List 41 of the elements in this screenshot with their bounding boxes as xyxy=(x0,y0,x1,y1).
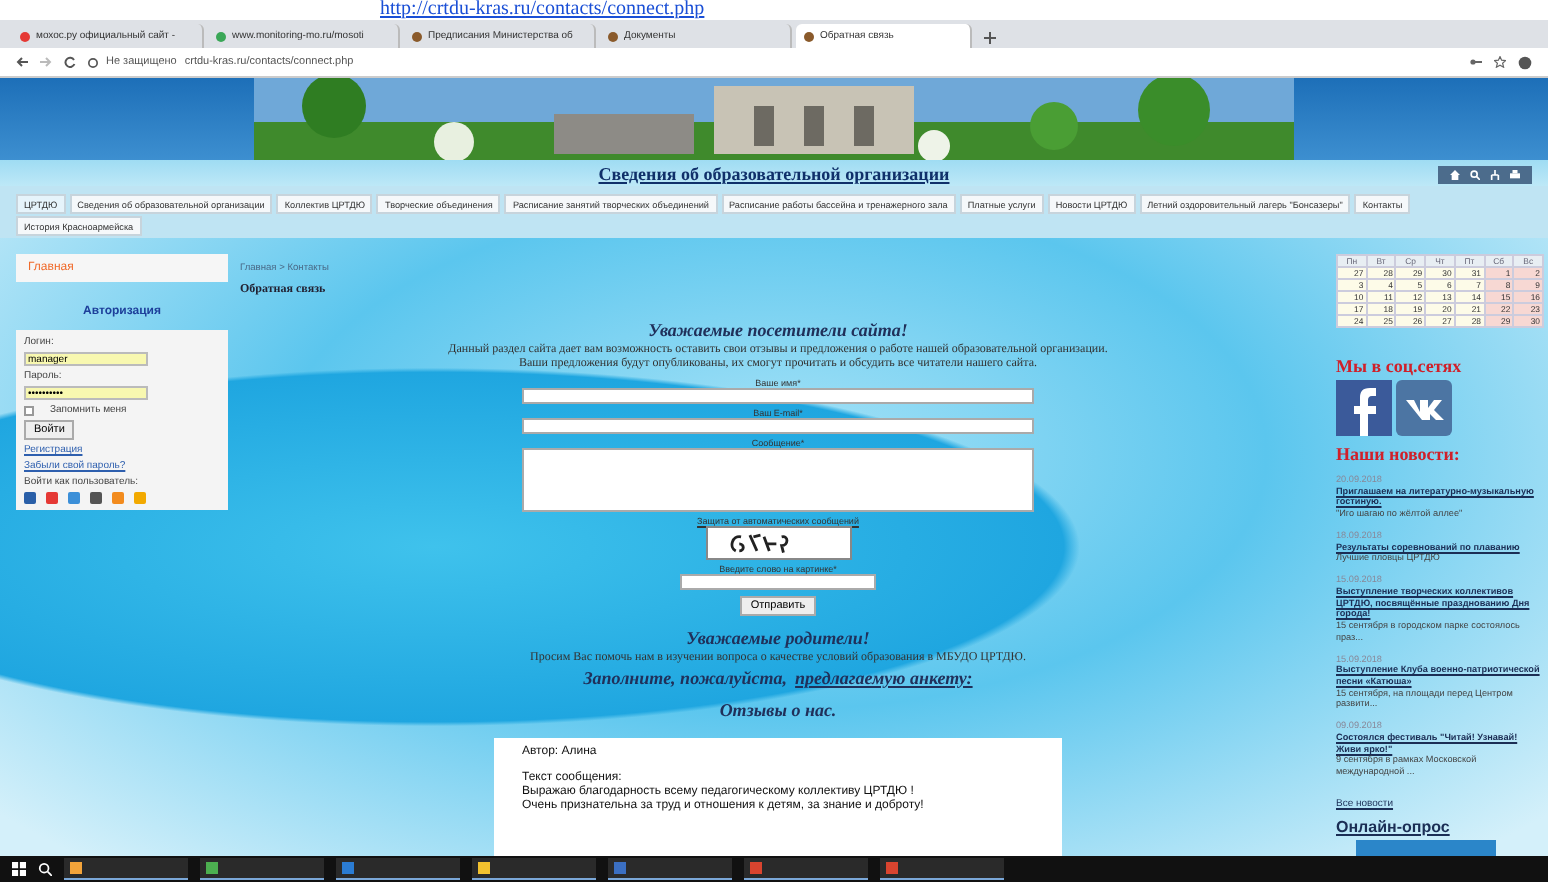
message-field[interactable] xyxy=(522,448,1034,513)
home-icon[interactable] xyxy=(1450,170,1460,180)
key-icon[interactable] xyxy=(1470,56,1482,68)
survey-link[interactable]: предлагаемую анкету: xyxy=(795,667,973,688)
remember-checkbox[interactable] xyxy=(24,405,34,415)
facebook-icon[interactable] xyxy=(1336,380,1392,436)
vk-icon[interactable] xyxy=(1396,380,1452,436)
tab-favicon-icon xyxy=(804,31,814,41)
email-field[interactable] xyxy=(522,418,1034,435)
poll-link[interactable]: Онлайн-опрос xyxy=(1336,817,1540,836)
taskbar-button[interactable] xyxy=(336,858,460,880)
reviews-heading: Отзывы о нас. xyxy=(719,699,837,723)
name-field[interactable] xyxy=(522,388,1034,405)
sitemap-icon[interactable] xyxy=(1490,170,1500,180)
url-link[interactable]: http://crtdu-kras.ru/contacts/connect.php xyxy=(380,0,705,20)
print-icon[interactable] xyxy=(1510,170,1520,180)
tab-favicon-icon xyxy=(608,31,618,41)
info-icon[interactable] xyxy=(88,57,98,67)
windows-start-icon[interactable] xyxy=(12,862,26,876)
taskbar-button[interactable] xyxy=(744,858,868,880)
taskbar-button[interactable] xyxy=(880,858,1004,880)
star-icon[interactable] xyxy=(1494,56,1506,68)
survey-text: Заполните, пожалуйста, xyxy=(583,667,788,688)
profile-icon[interactable] xyxy=(1518,55,1532,69)
search-icon[interactable] xyxy=(38,862,52,876)
poll-banner[interactable] xyxy=(1356,839,1496,856)
back-icon[interactable] xyxy=(16,56,28,68)
reload-icon[interactable] xyxy=(64,56,76,68)
tab-favicon-icon xyxy=(412,31,422,41)
greeting-heading: Уважаемые посетители сайта! xyxy=(648,320,908,343)
news-heading: Наши новости: xyxy=(1336,444,1462,464)
tab-favicon-icon xyxy=(20,31,30,41)
taskbar-button[interactable] xyxy=(64,858,188,880)
taskbar-button[interactable] xyxy=(200,858,324,880)
social-heading: Мы в соц.сетях xyxy=(1336,356,1464,376)
taskbar-button[interactable] xyxy=(608,858,732,880)
captcha-field[interactable] xyxy=(680,574,876,591)
site-title-link[interactable]: Сведения об образовательной организации xyxy=(598,163,950,183)
taskbar-button[interactable] xyxy=(472,858,596,880)
parents-heading: Уважаемые родители! xyxy=(686,628,870,651)
tab-favicon-icon xyxy=(216,31,226,41)
